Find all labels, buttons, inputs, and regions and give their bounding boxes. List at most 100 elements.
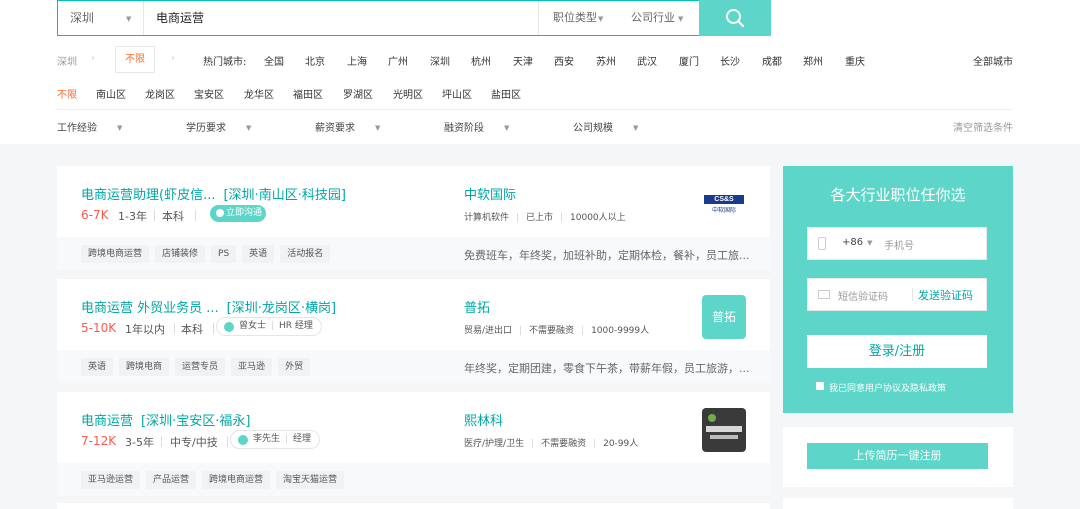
job-card[interactable]: 电商运营 外贸业务员 ... [深圳·龙岗区·横岗] 5-10K 1年以内 本科 … — [57, 279, 770, 383]
city-select[interactable]: 深圳 ▼ — [58, 1, 144, 35]
city-link[interactable]: 长沙 — [720, 53, 740, 68]
send-code-button[interactable]: 发送验证码 — [918, 287, 973, 303]
filter-company-size[interactable]: 公司规模 ▼ — [573, 119, 638, 134]
company-info: 医疗/护理/卫生 不需要融资 20-99人 — [464, 436, 638, 449]
city-link[interactable]: 成都 — [762, 53, 782, 68]
job-title[interactable]: 电商运营助理(虾皮信... [深圳·南山区·科技园] — [81, 184, 346, 203]
job-title-text: 电商运营 外贸业务员 ... — [81, 301, 219, 316]
hr-contact[interactable]: 李先生 经理 — [230, 430, 321, 449]
job-tag: 活动报名 — [280, 245, 331, 263]
education: 本科 — [181, 323, 203, 336]
city-link[interactable]: 全国 — [264, 53, 284, 68]
login-panel-title: 各大行业职位任你选 — [830, 186, 966, 204]
clear-filters-link[interactable]: 清空筛选条件 — [953, 119, 1013, 134]
city-link[interactable]: 北京 — [305, 53, 325, 68]
search-bar: 深圳 ▼ 电商运营 职位类型 ▼ 公司行业 ▼ — [57, 0, 771, 36]
filter-funding[interactable]: 融资阶段 ▼ — [444, 119, 509, 134]
chevron-down-icon: ▼ — [117, 124, 123, 132]
hot-city-label: 热门城市: — [203, 57, 247, 68]
district-link[interactable]: 南山区 — [96, 86, 126, 101]
chevron-down-icon: ▼ — [678, 15, 684, 23]
job-type-dropdown[interactable]: 职位类型 ▼ — [538, 1, 617, 35]
job-tag: 亚马逊 — [231, 358, 273, 376]
industry-dropdown[interactable]: 公司行业 ▼ — [617, 1, 699, 35]
company-logo[interactable]: 普拓 — [702, 295, 746, 339]
chevron-down-icon: ▼ — [375, 124, 381, 132]
job-tag: 跨境电商运营 — [202, 471, 271, 489]
job-card[interactable]: 电商运营 [深圳·宝安区·福永] 7-12K 3-5年 中专/中技 李先生 经理 熙… — [57, 392, 770, 496]
job-title[interactable]: 电商运营 [深圳·宝安区·福永] — [81, 410, 250, 429]
city-link[interactable]: 天津 — [513, 53, 533, 68]
job-tags: 跨境电商运营 店铺装修 PS 英语 活动报名 — [81, 245, 336, 263]
district-link[interactable]: 罗湖区 — [343, 86, 373, 101]
separator — [161, 436, 162, 447]
chat-now-button[interactable]: 立即沟通 — [210, 205, 266, 222]
company-name[interactable]: 普拓 — [464, 297, 490, 316]
job-title-text: 电商运营 — [81, 414, 134, 429]
education: 本科 — [162, 210, 184, 223]
city-link[interactable]: 广州 — [388, 53, 408, 68]
hr-contact[interactable]: 曾女士 HR 经理 — [216, 317, 322, 336]
company-name[interactable]: 熙林科 — [464, 410, 503, 429]
filter-row: 工作经验 ▼ 学历要求 ▼ 薪资要求 ▼ 融资阶段 ▼ 公司规模 ▼ 清空筛选条件 — [57, 119, 1013, 135]
city-link[interactable]: 郑州 — [803, 53, 823, 68]
upload-panel: 上传简历一键注册 — [783, 427, 1013, 487]
job-tag: 跨境电商 — [119, 358, 170, 376]
separator — [912, 288, 913, 301]
all-cities-link[interactable]: 全部城市 — [973, 53, 1013, 68]
agreement-text: 我已同意用户协议及隐私政策 — [816, 381, 946, 394]
job-title[interactable]: 电商运营 外贸业务员 ... [深圳·龙岗区·横岗] — [81, 297, 336, 316]
filter-experience[interactable]: 工作经验 ▼ — [57, 119, 122, 134]
job-tag: 英语 — [81, 358, 114, 376]
city-link[interactable]: 苏州 — [596, 53, 616, 68]
filter-education[interactable]: 学历要求 ▼ — [186, 119, 251, 134]
search-button[interactable] — [699, 0, 771, 36]
district-link[interactable]: 不限 — [57, 86, 77, 101]
login-register-button[interactable]: 登录/注册 — [807, 335, 987, 368]
city-link[interactable]: 厦门 — [679, 53, 699, 68]
sms-code-field[interactable]: 短信验证码 发送验证码 — [807, 278, 987, 311]
job-tag: 淘宝天猫运营 — [276, 471, 345, 489]
agreement-checkbox[interactable] — [816, 382, 824, 390]
chevron-right-icon: › — [91, 53, 95, 64]
filter-label: 薪资要求 — [315, 123, 355, 134]
city-unlimited[interactable]: 不限 — [115, 46, 155, 73]
city-link[interactable]: 武汉 — [637, 53, 657, 68]
country-code-select[interactable]: +86 ▼ — [842, 237, 873, 248]
district-link[interactable]: 福田区 — [293, 86, 323, 101]
welfare-text: 免费班车，年终奖，加班补助，定期体检，餐补，员工旅... — [464, 249, 749, 262]
company-size: 20-99人 — [603, 439, 639, 449]
hr-avatar — [238, 435, 248, 445]
city-link[interactable]: 上海 — [347, 53, 367, 68]
city-link[interactable]: 西安 — [554, 53, 574, 68]
phone-field[interactable]: +86 ▼ 手机号 — [807, 227, 987, 260]
country-code-label: +86 — [842, 237, 864, 248]
district-link[interactable]: 宝安区 — [194, 86, 224, 101]
job-card[interactable] — [57, 503, 770, 509]
filter-label: 公司规模 — [573, 123, 613, 134]
filter-salary[interactable]: 薪资要求 ▼ — [315, 119, 380, 134]
upload-resume-button[interactable]: 上传简历一键注册 — [807, 443, 988, 469]
city-link[interactable]: 深圳 — [430, 53, 450, 68]
district-link[interactable]: 光明区 — [393, 86, 423, 101]
job-tag: 亚马逊运营 — [81, 471, 141, 489]
divider — [57, 109, 1013, 110]
city-link[interactable]: 重庆 — [845, 53, 865, 68]
district-link[interactable]: 盐田区 — [491, 86, 521, 101]
job-card[interactable]: 电商运营助理(虾皮信... [深圳·南山区·科技园] 6-7K 1-3年 本科 立… — [57, 166, 770, 270]
district-link[interactable]: 龙岗区 — [145, 86, 175, 101]
job-tag: 英语 — [242, 245, 275, 263]
company-logo[interactable]: CS&S 中软国际 — [702, 182, 746, 226]
job-tag: 店铺装修 — [155, 245, 206, 263]
company-name[interactable]: 中软国际 — [464, 184, 516, 203]
job-tag: 运营专员 — [175, 358, 226, 376]
search-input[interactable]: 电商运营 — [156, 1, 536, 35]
district-link[interactable]: 坪山区 — [442, 86, 472, 101]
separator — [213, 323, 214, 334]
chevron-down-icon: ▼ — [504, 124, 510, 132]
header-area: 深圳 ▼ 电商运营 职位类型 ▼ 公司行业 ▼ 深圳 › 不限 › 热门城市: … — [0, 0, 1080, 144]
district-link[interactable]: 龙华区 — [244, 86, 274, 101]
job-title-text: 电商运营助理(虾皮信... — [81, 188, 216, 203]
company-logo[interactable] — [702, 408, 746, 452]
city-link[interactable]: 杭州 — [471, 53, 491, 68]
